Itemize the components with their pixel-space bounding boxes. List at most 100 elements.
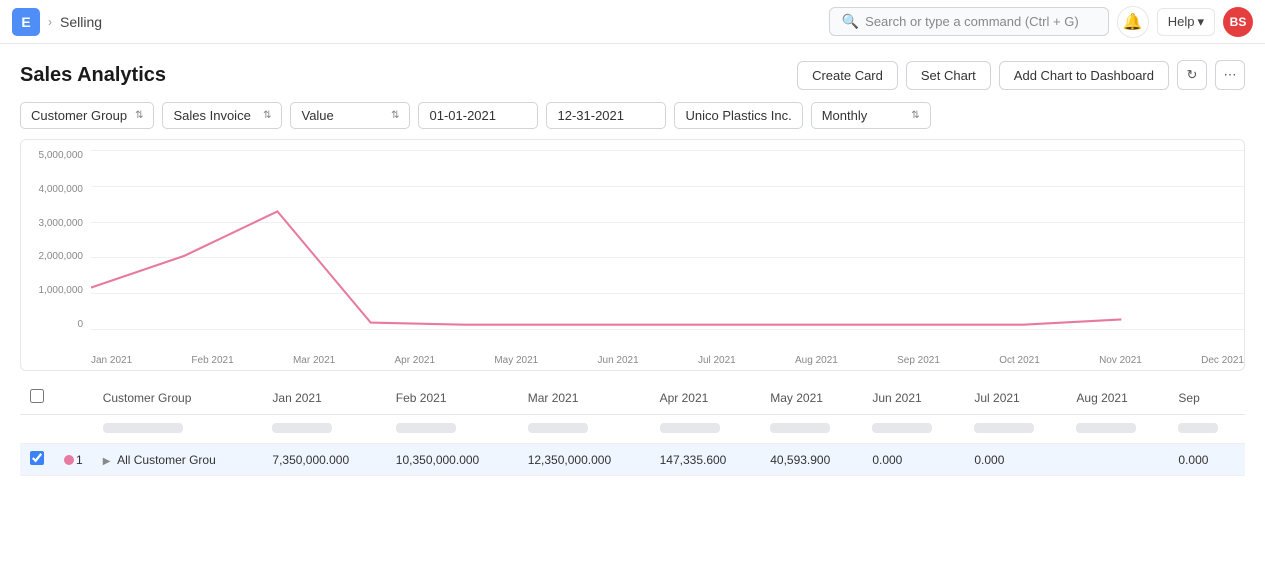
- doc-type-select[interactable]: Sales Invoice ⇅: [162, 102, 282, 129]
- y-axis: 5,000,000 4,000,000 3,000,000 2,000,000 …: [21, 150, 91, 330]
- row-customer-name: All Customer Grou: [117, 453, 216, 467]
- table-header-row: Customer Group Jan 2021 Feb 2021 Mar 202…: [20, 381, 1245, 415]
- x-label-jan: Jan 2021: [91, 355, 132, 366]
- refresh-button[interactable]: ↻: [1177, 60, 1207, 90]
- row-checkbox-cell: [20, 444, 54, 476]
- create-card-button[interactable]: Create Card: [797, 61, 898, 90]
- col-customer-group: Customer Group: [93, 381, 263, 415]
- help-chevron-icon: ▾: [1197, 14, 1204, 30]
- row-may: 40,593.900: [760, 444, 862, 476]
- line-chart: [91, 150, 1244, 330]
- expand-icon[interactable]: ▶: [103, 456, 111, 467]
- col-jan: Jan 2021: [262, 381, 385, 415]
- row-name-cell: ▶ All Customer Grou: [93, 444, 263, 476]
- table-row: 1 ▶ All Customer Grou 7,350,000.000 10,3…: [20, 444, 1245, 476]
- group-by-select[interactable]: Customer Group ⇅: [20, 102, 154, 129]
- set-chart-button[interactable]: Set Chart: [906, 61, 991, 90]
- from-date-input[interactable]: 01-01-2021: [418, 102, 538, 129]
- refresh-icon: ↻: [1187, 67, 1198, 83]
- col-feb: Feb 2021: [386, 381, 518, 415]
- header-actions: Create Card Set Chart Add Chart to Dashb…: [797, 60, 1245, 90]
- module-title: Selling: [60, 14, 102, 30]
- col-jul: Jul 2021: [964, 381, 1066, 415]
- x-label-may: May 2021: [494, 355, 538, 366]
- from-date-value: 01-01-2021: [429, 108, 496, 123]
- period-select[interactable]: Monthly ⇅: [811, 102, 931, 129]
- chart-inner: 5,000,000 4,000,000 3,000,000 2,000,000 …: [21, 150, 1244, 370]
- col-sep: Sep: [1168, 381, 1245, 415]
- to-date-input[interactable]: 12-31-2021: [546, 102, 666, 129]
- y-label-0: 0: [77, 319, 83, 330]
- row-mar: 12,350,000.000: [518, 444, 650, 476]
- data-table: Customer Group Jan 2021 Feb 2021 Mar 202…: [20, 381, 1245, 476]
- x-label-feb: Feb 2021: [191, 355, 233, 366]
- x-label-jun: Jun 2021: [598, 355, 639, 366]
- chart-line: [91, 211, 1121, 324]
- value-field-label: Value: [301, 108, 333, 123]
- help-button[interactable]: Help ▾: [1157, 8, 1215, 36]
- row-checkbox[interactable]: [30, 451, 44, 465]
- x-label-sep: Sep 2021: [897, 355, 940, 366]
- value-field-select[interactable]: Value ⇅: [290, 102, 410, 129]
- x-label-nov: Nov 2021: [1099, 355, 1142, 366]
- y-label-4m: 4,000,000: [39, 184, 84, 195]
- page-title: Sales Analytics: [20, 64, 166, 87]
- filter-bar-may: [770, 423, 830, 433]
- row-apr: 147,335.600: [650, 444, 761, 476]
- x-label-oct: Oct 2021: [999, 355, 1040, 366]
- navbar: E › Selling 🔍 Search or type a command (…: [0, 0, 1265, 44]
- x-label-mar: Mar 2021: [293, 355, 335, 366]
- doc-type-chevron-icon: ⇅: [263, 110, 271, 121]
- filter-bar-apr: [660, 423, 720, 433]
- more-options-button[interactable]: ⋯: [1215, 60, 1245, 90]
- row-num: 1: [76, 453, 83, 467]
- notification-button[interactable]: 🔔: [1117, 6, 1149, 38]
- search-icon: 🔍: [842, 13, 859, 30]
- filter-bar-jun: [872, 423, 932, 433]
- col-may: May 2021: [760, 381, 862, 415]
- group-by-chevron-icon: ⇅: [135, 110, 143, 121]
- more-icon: ⋯: [1224, 67, 1237, 83]
- y-label-2m: 2,000,000: [39, 251, 84, 262]
- app-logo[interactable]: E: [12, 8, 40, 36]
- row-num-cell: 1: [54, 444, 93, 476]
- filter-bar-jul: [974, 423, 1034, 433]
- search-box[interactable]: 🔍 Search or type a command (Ctrl + G): [829, 7, 1109, 36]
- y-label-3m: 3,000,000: [39, 218, 84, 229]
- y-label-5m: 5,000,000: [39, 150, 84, 161]
- table-section: Customer Group Jan 2021 Feb 2021 Mar 202…: [0, 371, 1265, 486]
- col-mar: Mar 2021: [518, 381, 650, 415]
- x-label-dec: Dec 2021: [1201, 355, 1244, 366]
- row-color-dot: [64, 455, 74, 465]
- row-jul: 0.000: [964, 444, 1066, 476]
- help-label: Help: [1168, 14, 1195, 29]
- avatar[interactable]: BS: [1223, 7, 1253, 37]
- filter-bar-customer: [103, 423, 183, 433]
- period-label: Monthly: [822, 108, 868, 123]
- filter-bar-aug: [1076, 423, 1136, 433]
- filter-bar-feb: [396, 423, 456, 433]
- select-all-checkbox[interactable]: [30, 389, 44, 403]
- row-jun: 0.000: [862, 444, 964, 476]
- breadcrumb-chevron: ›: [48, 15, 52, 29]
- row-jan: 7,350,000.000: [262, 444, 385, 476]
- table-filter-row: [20, 415, 1245, 444]
- x-axis: Jan 2021 Feb 2021 Mar 2021 Apr 2021 May …: [91, 351, 1244, 370]
- x-label-apr: Apr 2021: [394, 355, 435, 366]
- filter-bar-mar: [528, 423, 588, 433]
- col-jun: Jun 2021: [862, 381, 964, 415]
- customer-select[interactable]: Unico Plastics Inc.: [674, 102, 802, 129]
- chart-section: 5,000,000 4,000,000 3,000,000 2,000,000 …: [0, 139, 1265, 371]
- col-checkbox: [20, 381, 54, 415]
- doc-type-label: Sales Invoice: [173, 108, 250, 123]
- col-apr: Apr 2021: [650, 381, 761, 415]
- value-field-chevron-icon: ⇅: [391, 110, 399, 121]
- filter-bar-jan: [272, 423, 332, 433]
- search-placeholder: Search or type a command (Ctrl + G): [865, 14, 1079, 29]
- group-by-label: Customer Group: [31, 108, 127, 123]
- filter-bar-sep: [1178, 423, 1218, 433]
- chart-container: 5,000,000 4,000,000 3,000,000 2,000,000 …: [20, 139, 1245, 371]
- add-chart-button[interactable]: Add Chart to Dashboard: [999, 61, 1169, 90]
- x-label-jul: Jul 2021: [698, 355, 736, 366]
- y-label-1m: 1,000,000: [39, 285, 84, 296]
